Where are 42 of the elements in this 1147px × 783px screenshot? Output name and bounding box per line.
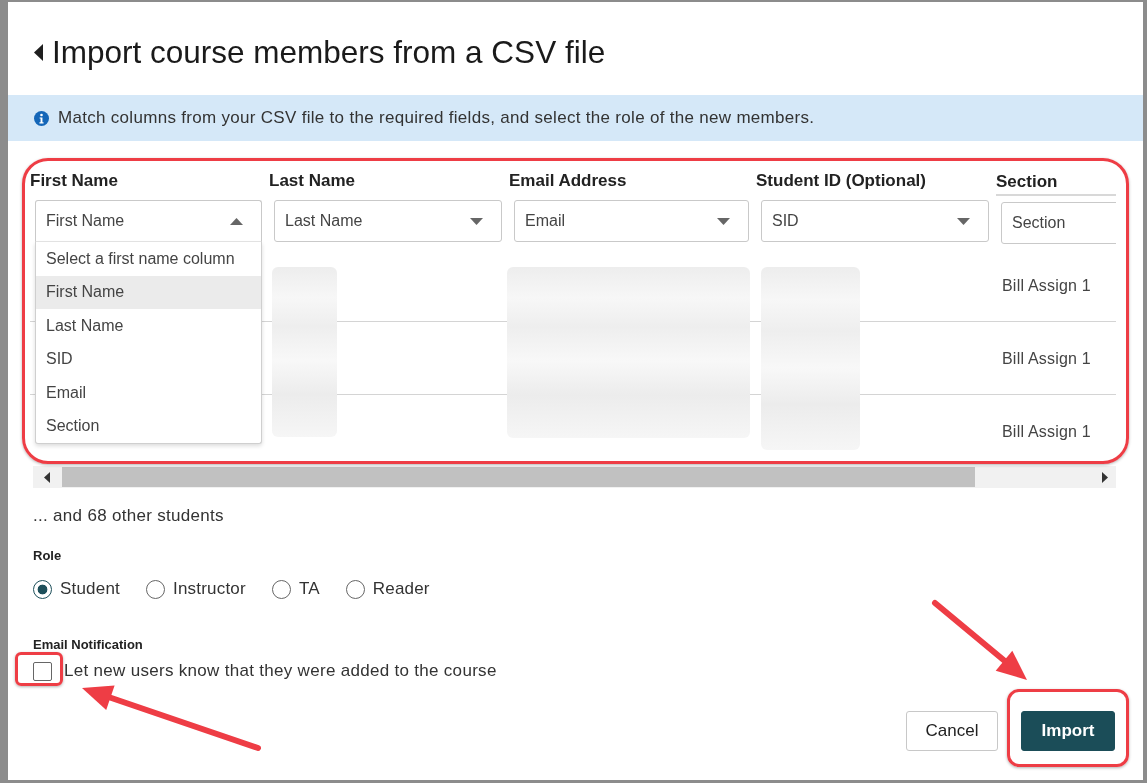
scroll-right-icon[interactable] [1102,471,1108,483]
column-header: Student ID (Optional) [756,170,927,192]
role-label: Role [33,547,62,565]
dropdown-option[interactable]: Last Name [36,309,261,343]
radio-label: Student [60,578,120,600]
notification-label: Email Notification [33,636,143,654]
radio-button[interactable] [146,579,165,599]
cancel-button[interactable]: Cancel [906,711,998,751]
column-select[interactable]: Section [1001,202,1116,244]
radio-label: Instructor [173,578,246,600]
section-value: Bill Assign 1 [1002,349,1091,369]
import-button[interactable]: Import [1021,711,1115,751]
caret-left-icon[interactable] [34,43,43,61]
radio-label: Reader [372,578,430,600]
radio-button[interactable] [345,579,365,599]
scrollbar-thumb[interactable] [62,467,975,487]
column-select[interactable]: Last Name [274,200,502,242]
dropdown-option[interactable]: First Name [36,275,261,309]
column-header: Email Address [509,170,628,192]
radio-label: TA [298,578,320,600]
checkbox-label: Let new users know that they were added to the course [64,660,497,682]
dialog-title: Import course members from a CSV file [52,34,606,70]
radio-button[interactable] [271,579,291,599]
checkbox[interactable] [33,661,52,681]
column-header: First Name [30,170,119,192]
scroll-left-icon[interactable] [43,471,50,483]
column-header: Section [996,170,1116,196]
dropdown-option[interactable]: Email [36,376,261,410]
info-message: Match columns from your CSV file to the required fields, and select the role of the new members. [58,107,815,129]
column-select[interactable]: Email [514,200,749,242]
more-students-note: ... and 68 other students [33,505,224,527]
section-value: Bill Assign 1 [1002,422,1091,442]
column-select[interactable]: SID [761,200,989,242]
column-header: Last Name [269,170,356,192]
section-value: Bill Assign 1 [1002,276,1091,296]
column-select[interactable]: First Name [35,200,262,242]
dropdown-option[interactable]: SID [36,342,261,376]
highlight-frame [15,652,63,686]
info-icon [34,110,49,126]
radio-button[interactable] [33,579,52,599]
dropdown-option[interactable]: Section [36,409,261,443]
dropdown-option[interactable]: Select a first name column [36,242,261,276]
